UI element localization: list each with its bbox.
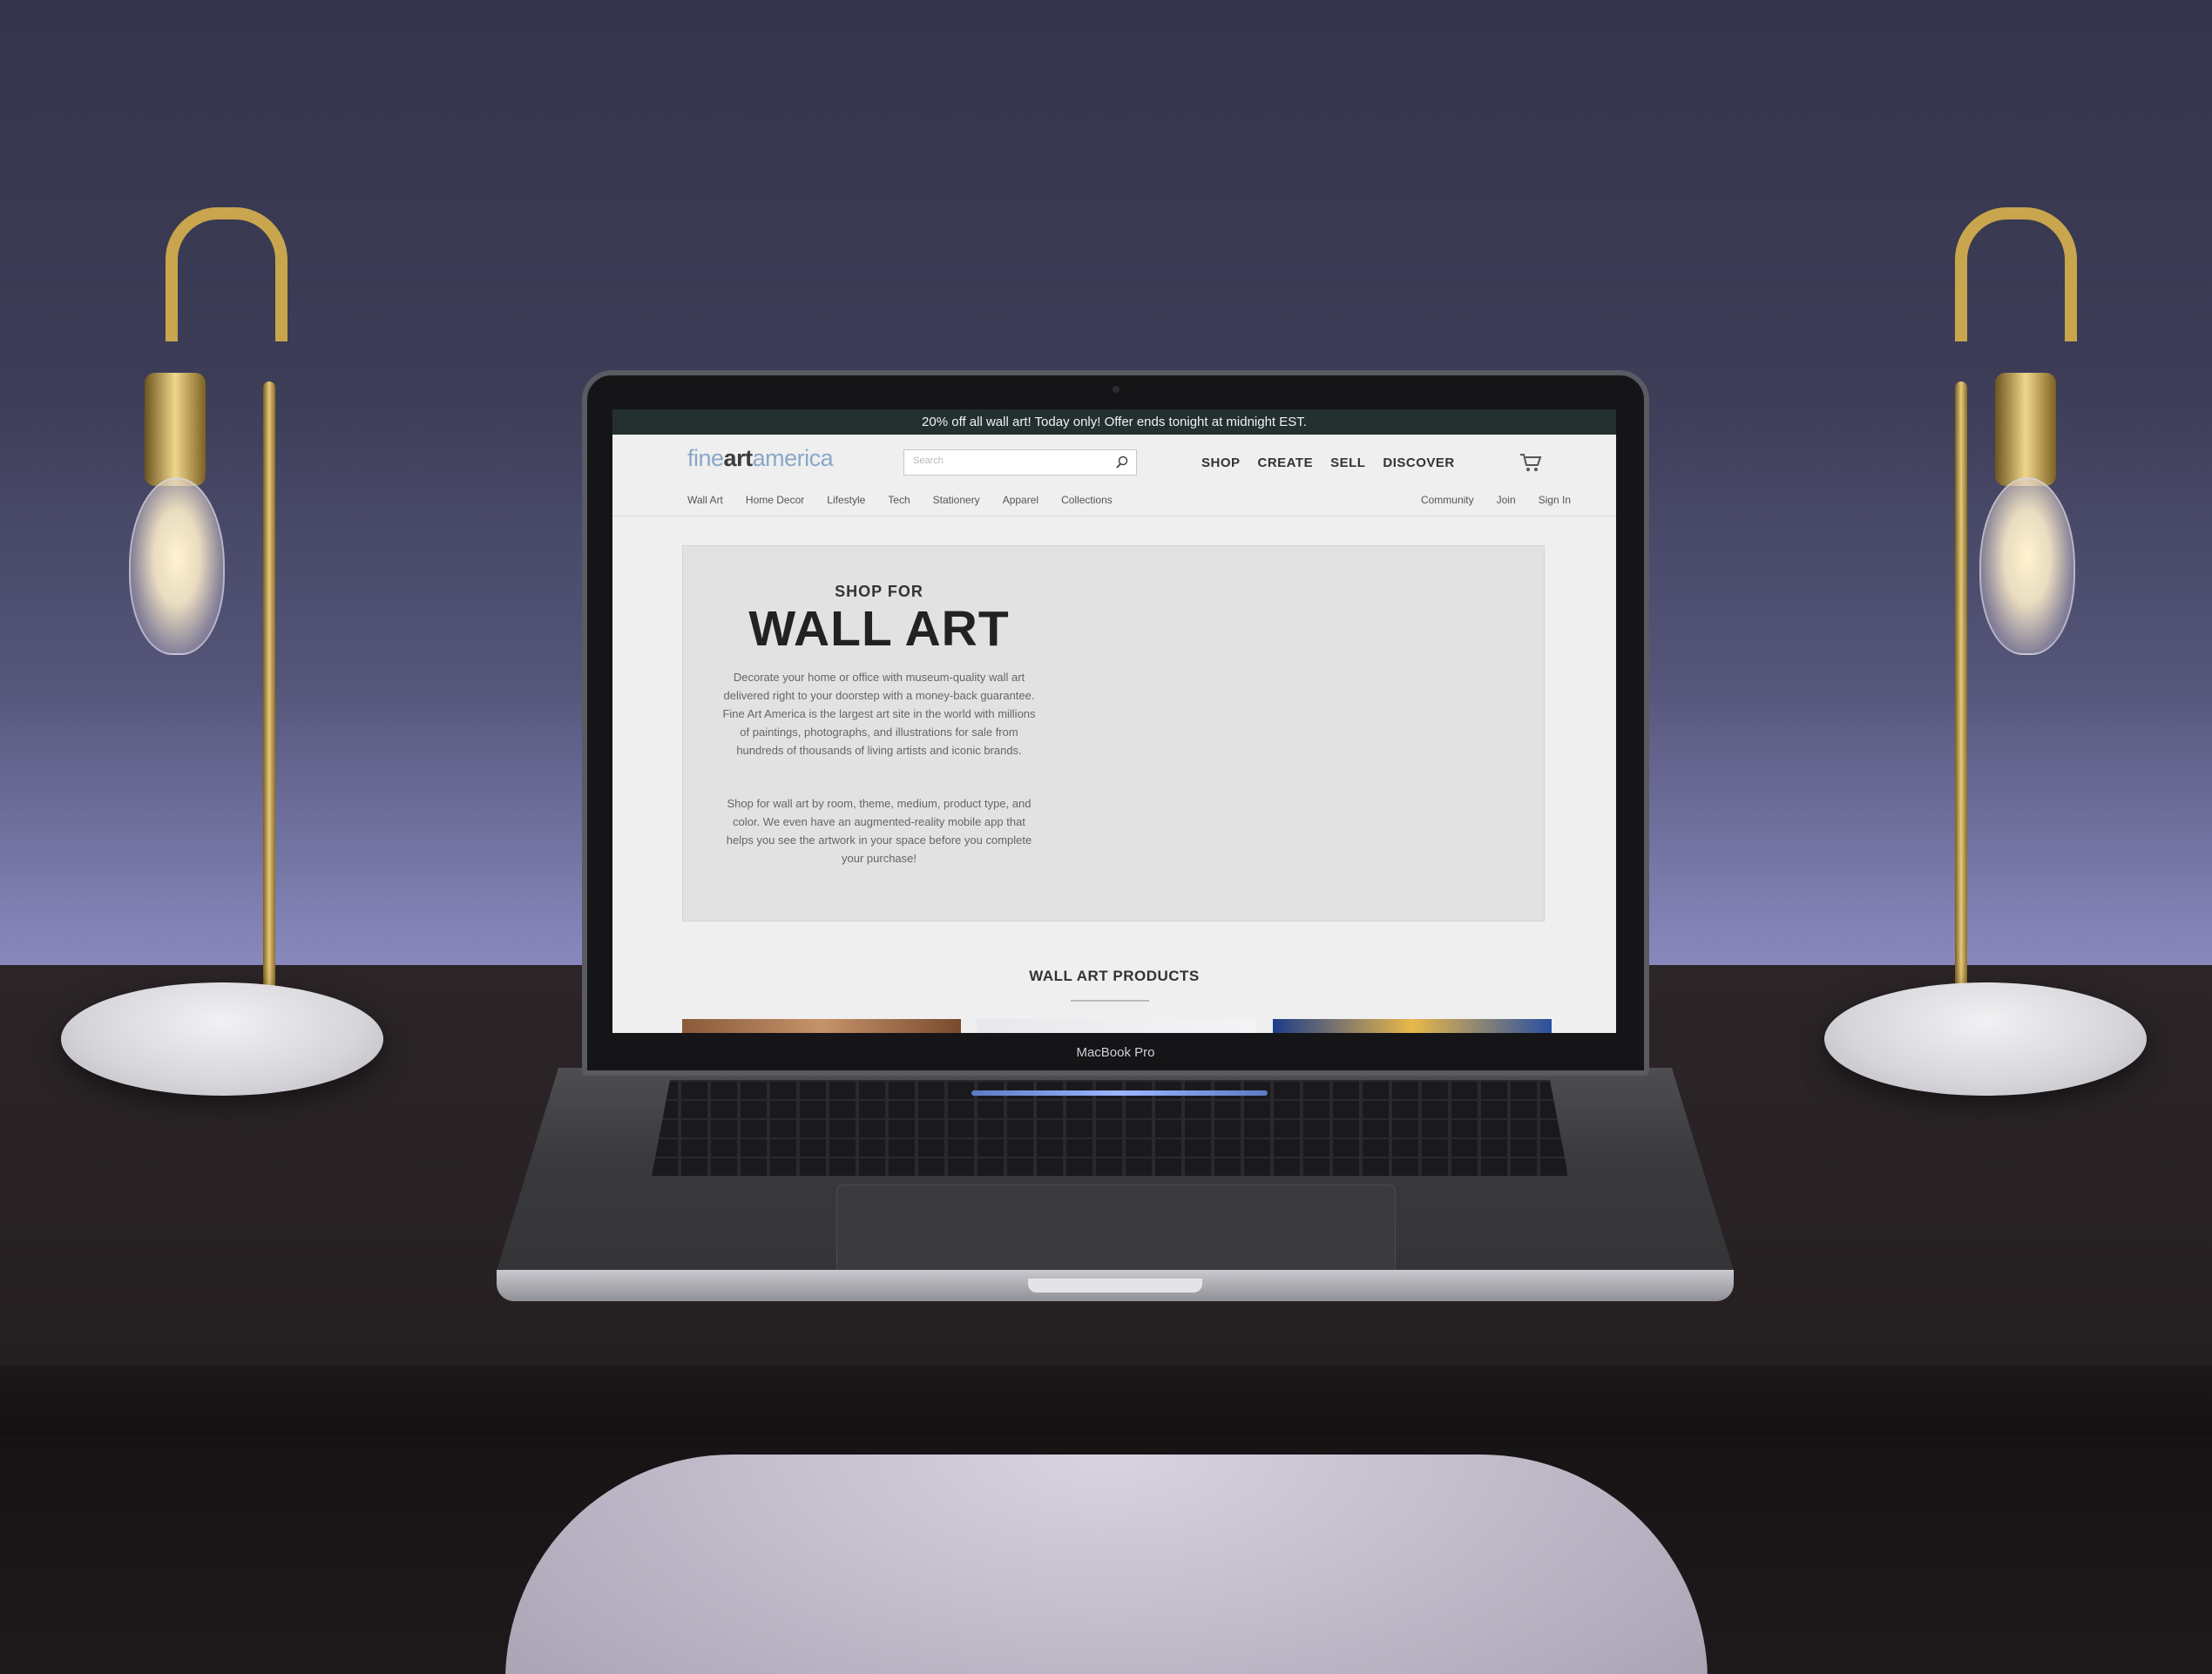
products-heading: WALL ART PRODUCTS: [1029, 968, 1200, 984]
nav-shop[interactable]: SHOP: [1201, 456, 1241, 470]
hero-kicker: SHOP FOR: [835, 583, 923, 600]
hero-title: WALL ART: [748, 601, 1010, 657]
search-input[interactable]: Search: [903, 449, 1137, 476]
hero-paragraph-2: Shop for wall art by room, theme, medium…: [726, 797, 1032, 865]
join-link[interactable]: Join: [1497, 494, 1516, 506]
nav-discover[interactable]: DISCOVER: [1383, 456, 1454, 470]
products-divider: [1071, 1000, 1149, 1002]
sub-nav-tech[interactable]: Tech: [888, 494, 910, 506]
lamp-socket: [1995, 373, 2056, 486]
laptop-label: MacBook Pro: [1076, 1045, 1155, 1060]
lamp-base: [1824, 982, 2147, 1096]
site-logo[interactable]: fineartamerica: [687, 445, 834, 472]
lamp-socket: [145, 373, 206, 486]
right-lamp: [1824, 207, 2155, 1096]
chair-back: [505, 1455, 1708, 1674]
touch-bar: [971, 1090, 1268, 1096]
logo-part-america: america: [752, 445, 834, 471]
sub-nav-wall-art[interactable]: Wall Art: [687, 494, 723, 506]
laptop-screen: 20% off all wall art! Today only! Offer …: [612, 409, 1616, 1033]
sub-nav-lifestyle[interactable]: Lifestyle: [827, 494, 865, 506]
product-thumbnail[interactable]: [682, 1019, 961, 1033]
lamp-bulb: [129, 477, 225, 655]
product-thumbnail[interactable]: [977, 1019, 1255, 1033]
lamp-hook: [1955, 207, 2077, 341]
sub-nav-stationery[interactable]: Stationery: [933, 494, 980, 506]
lamp-hook: [166, 207, 287, 341]
promo-banner[interactable]: 20% off all wall art! Today only! Offer …: [612, 409, 1616, 435]
sub-nav-home-decor[interactable]: Home Decor: [746, 494, 804, 506]
lamp-pole: [1955, 381, 1967, 1009]
community-link[interactable]: Community: [1421, 494, 1474, 506]
search-placeholder: Search: [913, 456, 944, 466]
lamp-pole: [263, 381, 275, 1009]
hero-paragraph-1: Decorate your home or office with museum…: [722, 671, 1036, 757]
lamp-bulb: [1979, 477, 2075, 655]
logo-part-art: art: [723, 445, 754, 471]
hero-banner: SHOP FOR WALL ART Decorate your home or …: [682, 545, 1545, 921]
product-thumbnail[interactable]: [1273, 1019, 1552, 1033]
logo-part-fine: fine: [687, 445, 724, 471]
nav-sell[interactable]: SELL: [1330, 456, 1365, 470]
lamp-base: [61, 982, 383, 1096]
laptop-open-notch: [1028, 1279, 1202, 1293]
scene: MacBook Pro 20% off all wall art! Today …: [0, 0, 2212, 1674]
desk-edge: [0, 1366, 2212, 1435]
search-icon[interactable]: [1115, 456, 1129, 469]
sub-nav-collections[interactable]: Collections: [1061, 494, 1113, 506]
top-nav: SHOP CREATE SELL DISCOVER: [1201, 456, 1455, 470]
sign-in-link[interactable]: Sign In: [1539, 494, 1571, 506]
sub-nav-account: Community Join Sign In: [1421, 494, 1571, 506]
sub-nav: Wall Art Home Decor Lifestyle Tech Stati…: [612, 487, 1616, 516]
cart-icon[interactable]: [1519, 452, 1543, 473]
sub-nav-apparel[interactable]: Apparel: [1003, 494, 1038, 506]
nav-create[interactable]: CREATE: [1258, 456, 1314, 470]
site-header: fineartamerica Search SHOP CREATE SELL D…: [612, 435, 1616, 487]
sub-nav-categories: Wall Art Home Decor Lifestyle Tech Stati…: [687, 494, 1113, 506]
left-lamp: [61, 207, 392, 1096]
camera-icon: [1112, 386, 1120, 393]
trackpad: [836, 1185, 1396, 1282]
